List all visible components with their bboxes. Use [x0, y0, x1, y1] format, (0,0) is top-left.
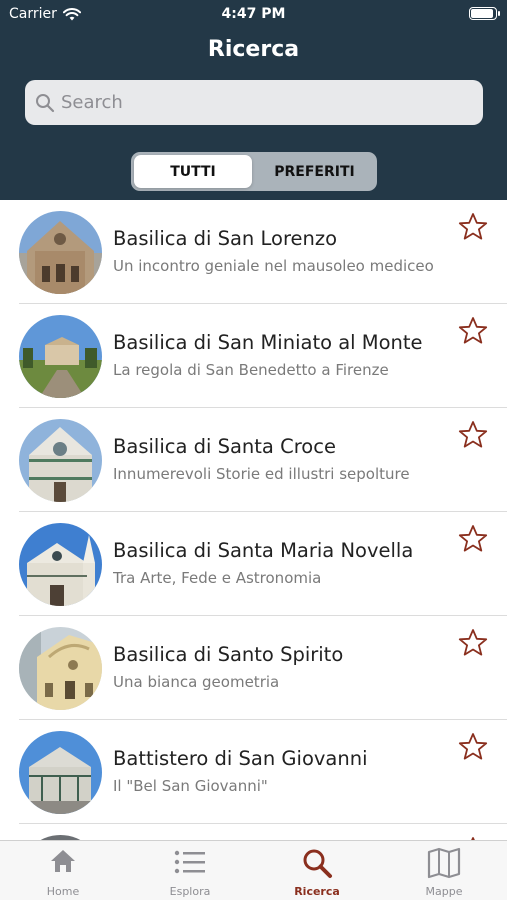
segment-all[interactable]: TUTTI — [134, 155, 252, 188]
item-subtitle: Il "Bel San Giovanni" — [113, 777, 268, 795]
tab-search[interactable]: Ricerca — [254, 841, 380, 900]
home-icon — [0, 847, 126, 875]
tab-maps-label: Mappe — [425, 885, 463, 898]
item-title: Basilica di Santa Croce — [113, 435, 336, 458]
results-list: Basilica di San Lorenzo Un incontro geni… — [0, 200, 507, 840]
item-subtitle: Tra Arte, Fede e Astronomia — [113, 569, 322, 587]
tab-explore[interactable]: Esplora — [127, 841, 253, 900]
list-item[interactable]: Battistero di San Giovanni Il "Bel San G… — [0, 720, 507, 824]
search-icon — [254, 847, 380, 879]
list-item[interactable]: Basilica di Santa Maria Novella Tra Arte… — [0, 512, 507, 616]
favorite-star-icon[interactable] — [457, 315, 489, 347]
status-bar: Carrier 4:47 PM — [0, 0, 507, 28]
favorite-star-icon[interactable] — [457, 523, 489, 555]
tab-maps[interactable]: Mappe — [381, 841, 507, 900]
favorite-star-icon[interactable] — [457, 627, 489, 659]
list-item[interactable] — [0, 824, 507, 840]
thumbnail-image — [19, 731, 102, 814]
thumbnail-image — [19, 523, 102, 606]
item-subtitle: Una bianca geometria — [113, 673, 280, 691]
map-icon — [381, 847, 507, 879]
item-title: Basilica di Santo Spirito — [113, 643, 344, 666]
battery-icon — [469, 7, 500, 20]
list-icon — [127, 847, 253, 877]
thumbnail-image — [19, 315, 102, 398]
item-title: Battistero di San Giovanni — [113, 747, 368, 770]
search-icon — [35, 93, 55, 113]
list-item[interactable]: Basilica di San Lorenzo Un incontro geni… — [0, 200, 507, 304]
favorite-star-icon[interactable] — [457, 211, 489, 243]
header: Carrier 4:47 PM Ricerca TUTTI PREFERITI — [0, 0, 507, 200]
item-title: Basilica di San Lorenzo — [113, 227, 338, 250]
thumbnail-image — [19, 211, 102, 294]
item-subtitle: Un incontro geniale nel mausoleo mediceo — [113, 257, 434, 275]
list-item[interactable]: Basilica di Santa Croce Innumerevoli Sto… — [0, 408, 507, 512]
item-title: Basilica di Santa Maria Novella — [113, 539, 414, 562]
list-item[interactable]: Basilica di Santo Spirito Una bianca geo… — [0, 616, 507, 720]
tab-home-label: Home — [46, 885, 80, 898]
tab-home[interactable]: Home — [0, 841, 126, 900]
page-title: Ricerca — [207, 37, 300, 62]
list-item[interactable]: Basilica di San Miniato al Monte La rego… — [0, 304, 507, 408]
favorite-star-icon[interactable] — [457, 731, 489, 763]
search-bar[interactable] — [25, 80, 483, 125]
tab-explore-label: Esplora — [169, 885, 211, 898]
search-input[interactable] — [61, 92, 461, 113]
item-subtitle: Innumerevoli Storie ed illustri sepoltur… — [113, 465, 410, 483]
thumbnail-image — [19, 419, 102, 502]
item-title: Basilica di San Miniato al Monte — [113, 331, 423, 354]
tab-bar: Home Esplora Ricerca Mappe — [0, 840, 507, 900]
thumbnail-image — [19, 627, 102, 710]
favorite-star-icon[interactable] — [457, 419, 489, 451]
segment-favorites[interactable]: PREFERITI — [255, 155, 374, 188]
status-time: 4:47 PM — [221, 6, 286, 22]
item-subtitle: La regola di San Benedetto a Firenze — [113, 361, 389, 379]
tab-search-label: Ricerca — [294, 885, 340, 898]
segmented-control: TUTTI PREFERITI — [131, 152, 377, 191]
